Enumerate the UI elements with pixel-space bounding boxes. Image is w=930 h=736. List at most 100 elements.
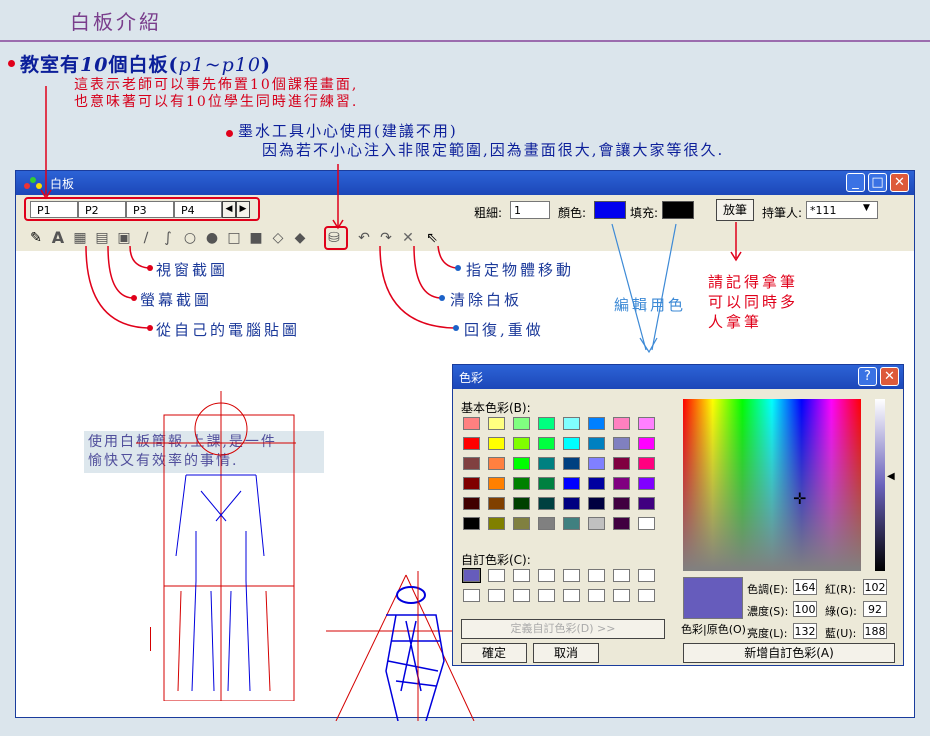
basic-color-swatch[interactable]	[488, 477, 505, 490]
custom-color-swatch[interactable]	[563, 589, 580, 602]
basic-color-swatch[interactable]	[638, 457, 655, 470]
annotation-undo-redo: 回復,重做	[464, 321, 544, 339]
basic-color-swatch[interactable]	[563, 497, 580, 510]
basic-color-swatch[interactable]	[613, 417, 630, 430]
custom-color-swatch[interactable]	[563, 569, 580, 582]
custom-color-swatch[interactable]	[513, 589, 530, 602]
basic-color-swatch[interactable]	[563, 477, 580, 490]
custom-color-swatch[interactable]	[463, 589, 480, 602]
basic-color-swatch[interactable]	[563, 517, 580, 530]
hue-field[interactable]: 164	[793, 579, 817, 595]
basic-color-swatch[interactable]	[613, 517, 630, 530]
basic-color-swatch[interactable]	[538, 517, 555, 530]
basic-color-swatch[interactable]	[538, 497, 555, 510]
sat-field[interactable]: 100	[793, 601, 817, 617]
basic-color-swatch[interactable]	[513, 417, 530, 430]
custom-color-swatch[interactable]	[638, 589, 655, 602]
basic-color-swatch[interactable]	[563, 417, 580, 430]
blue-field[interactable]: 188	[863, 623, 887, 639]
basic-color-swatch[interactable]	[563, 457, 580, 470]
basic-color-swatch[interactable]	[638, 417, 655, 430]
custom-color-swatch[interactable]	[588, 569, 605, 582]
basic-color-swatch[interactable]	[538, 437, 555, 450]
slider-arrow-icon[interactable]: ◀	[887, 471, 895, 482]
basic-color-swatch[interactable]	[563, 437, 580, 450]
green-field[interactable]: 92	[863, 601, 887, 617]
basic-color-swatch[interactable]	[588, 517, 605, 530]
basic-color-swatch[interactable]	[588, 417, 605, 430]
custom-color-swatch[interactable]	[613, 569, 630, 582]
color-dialog: 色彩 ? ✕ 基本色彩(B): 自訂色彩(C): 定義自訂色彩(D) >> 確定…	[452, 364, 904, 666]
basic-color-swatch[interactable]	[488, 417, 505, 430]
custom-color-swatch[interactable]	[538, 569, 555, 582]
red-field[interactable]: 102	[863, 579, 887, 595]
basic-color-swatch[interactable]	[488, 457, 505, 470]
basic-colors-label: 基本色彩(B):	[461, 401, 531, 415]
basic-color-swatch[interactable]	[613, 457, 630, 470]
basic-color-swatch[interactable]	[538, 477, 555, 490]
basic-color-swatch[interactable]	[463, 517, 480, 530]
annotation-move-object: 指定物體移動	[466, 261, 575, 279]
preview-label: 色彩|原色(O)	[681, 623, 746, 636]
define-custom-colors-button[interactable]: 定義自訂色彩(D) >>	[461, 619, 665, 639]
basic-color-swatch[interactable]	[588, 497, 605, 510]
green-label: 綠(G):	[825, 605, 857, 618]
basic-color-swatch[interactable]	[513, 437, 530, 450]
basic-color-swatch[interactable]	[588, 437, 605, 450]
basic-color-swatch[interactable]	[613, 497, 630, 510]
custom-color-swatch[interactable]	[638, 569, 655, 582]
basic-color-swatch[interactable]	[463, 477, 480, 490]
annotation-window-capture: 視窗截圖	[156, 261, 229, 279]
basic-color-swatch[interactable]	[463, 457, 480, 470]
basic-color-swatch[interactable]	[588, 477, 605, 490]
dialog-close-button[interactable]: ✕	[880, 367, 899, 386]
basic-color-swatch[interactable]	[513, 477, 530, 490]
basic-color-swatch[interactable]	[638, 437, 655, 450]
luminance-slider[interactable]	[875, 399, 885, 571]
basic-color-swatch[interactable]	[638, 517, 655, 530]
custom-colors-label: 自訂色彩(C):	[461, 553, 531, 567]
dialog-title: 色彩	[459, 371, 484, 385]
ok-button[interactable]: 確定	[461, 643, 527, 663]
color-preview	[683, 577, 743, 619]
cancel-button[interactable]: 取消	[533, 643, 599, 663]
basic-color-swatch[interactable]	[463, 437, 480, 450]
custom-colors-grid	[462, 568, 663, 609]
basic-color-swatch[interactable]	[613, 437, 630, 450]
lum-label: 亮度(L):	[747, 627, 788, 640]
annotation-screen-capture: 螢幕截圖	[140, 291, 213, 309]
annotation-clear-board: 清除白板	[450, 291, 523, 309]
custom-color-swatch[interactable]	[588, 589, 605, 602]
basic-color-swatch[interactable]	[638, 497, 655, 510]
custom-color-swatch[interactable]	[613, 589, 630, 602]
annotation-edit-color: 編輯用色	[614, 296, 687, 314]
basic-color-swatch[interactable]	[513, 497, 530, 510]
basic-color-swatch[interactable]	[588, 457, 605, 470]
basic-color-swatch[interactable]	[538, 457, 555, 470]
basic-color-swatch[interactable]	[538, 417, 555, 430]
lum-field[interactable]: 132	[793, 623, 817, 639]
custom-color-swatch[interactable]	[462, 568, 481, 583]
custom-color-swatch[interactable]	[538, 589, 555, 602]
custom-color-swatch[interactable]	[488, 589, 505, 602]
help-icon[interactable]: ?	[858, 367, 877, 386]
basic-color-swatch[interactable]	[488, 497, 505, 510]
basic-color-swatch[interactable]	[613, 477, 630, 490]
sat-label: 濃度(S):	[747, 605, 789, 618]
basic-color-swatch[interactable]	[513, 517, 530, 530]
dialog-titlebar: 色彩 ? ✕	[453, 365, 903, 389]
basic-color-swatch[interactable]	[488, 517, 505, 530]
custom-color-swatch[interactable]	[488, 569, 505, 582]
basic-color-swatch[interactable]	[513, 457, 530, 470]
color-spectrum[interactable]	[683, 399, 861, 571]
basic-color-swatch[interactable]	[463, 417, 480, 430]
basic-color-swatch[interactable]	[638, 477, 655, 490]
basic-color-swatch[interactable]	[463, 497, 480, 510]
blue-label: 藍(U):	[825, 627, 857, 640]
basic-color-swatch[interactable]	[488, 437, 505, 450]
annotation-take-pen: 請記得拿筆 可以同時多 人拿筆	[708, 273, 799, 331]
annotation-paste-from-pc: 從自己的電腦貼圖	[156, 321, 301, 339]
add-custom-color-button[interactable]: 新增自訂色彩(A)	[683, 643, 895, 663]
basic-colors-grid	[463, 417, 663, 537]
custom-color-swatch[interactable]	[513, 569, 530, 582]
